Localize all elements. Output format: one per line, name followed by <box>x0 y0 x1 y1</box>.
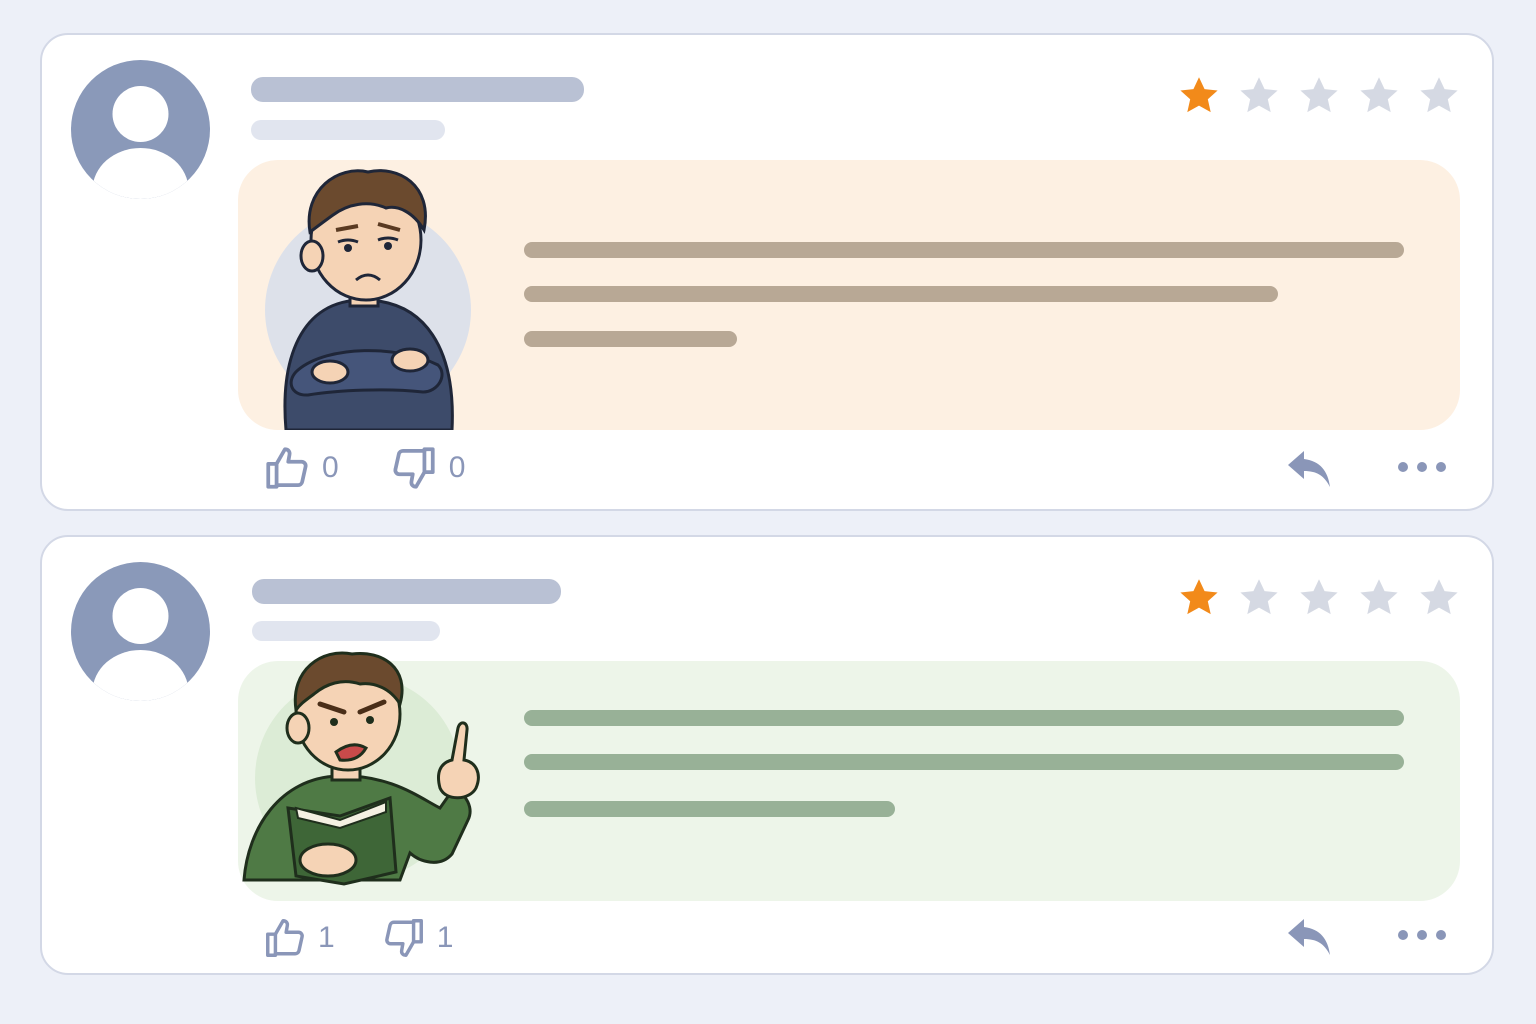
review-card-1: 0 0 <box>40 33 1494 511</box>
star-icon[interactable] <box>1296 73 1342 119</box>
dislike-button[interactable]: 1 <box>381 915 454 961</box>
like-count: 1 <box>318 921 335 954</box>
thumbs-up-icon <box>266 919 304 957</box>
review-text-line <box>524 710 1404 726</box>
username-placeholder <box>251 77 584 102</box>
review-text-line <box>524 754 1404 770</box>
star-icon[interactable] <box>1356 575 1402 621</box>
dislike-button[interactable]: 0 <box>389 443 466 493</box>
like-button[interactable]: 1 <box>262 915 335 961</box>
user-avatar-icon[interactable] <box>71 562 210 701</box>
date-placeholder <box>252 621 440 641</box>
user-avatar-icon[interactable] <box>71 60 210 199</box>
review-text-line <box>524 331 737 347</box>
star-icon[interactable] <box>1236 575 1282 621</box>
more-icon[interactable] <box>1398 930 1446 940</box>
review-body <box>238 160 1460 430</box>
dislike-count: 0 <box>448 451 466 484</box>
review-text-line <box>524 242 1404 258</box>
review-text-line <box>524 286 1278 302</box>
review-card-2: 1 1 <box>40 535 1494 975</box>
star-icon[interactable] <box>1236 73 1282 119</box>
review-actions: 1 1 <box>262 915 453 961</box>
thumbs-down-icon <box>393 447 435 489</box>
review-text-line <box>524 801 895 817</box>
star-icon[interactable] <box>1356 73 1402 119</box>
sad-man-illustration <box>265 169 471 430</box>
reply-icon[interactable] <box>1284 447 1336 491</box>
thumbs-down-icon <box>384 919 423 957</box>
star-rating[interactable] <box>1176 73 1462 119</box>
star-icon[interactable] <box>1176 575 1222 621</box>
star-icon[interactable] <box>1416 575 1462 621</box>
dislike-count: 1 <box>436 921 454 954</box>
star-icon[interactable] <box>1296 575 1342 621</box>
like-count: 0 <box>322 451 339 484</box>
review-body <box>238 651 1460 901</box>
thumbs-up-icon <box>266 447 308 489</box>
username-placeholder <box>252 579 561 604</box>
reply-icon[interactable] <box>1284 915 1336 959</box>
star-rating[interactable] <box>1176 575 1462 621</box>
star-icon[interactable] <box>1176 73 1222 119</box>
review-actions: 0 0 <box>262 443 465 493</box>
like-button[interactable]: 0 <box>262 443 339 493</box>
angry-man-illustration <box>242 651 480 886</box>
more-icon[interactable] <box>1398 462 1446 472</box>
date-placeholder <box>251 120 445 140</box>
star-icon[interactable] <box>1416 73 1462 119</box>
